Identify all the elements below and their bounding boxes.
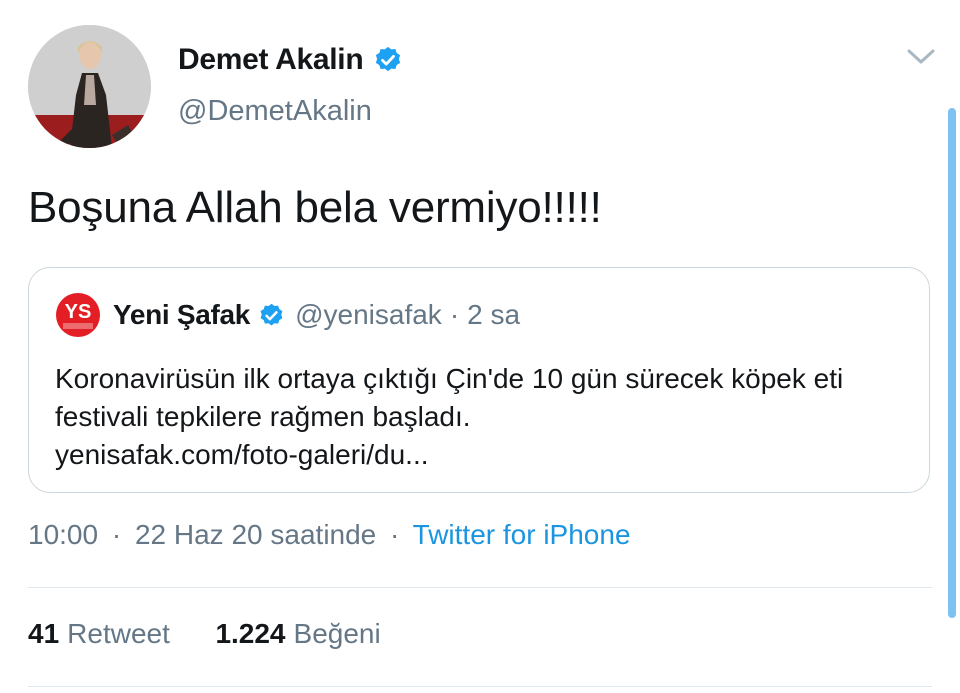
author-handle[interactable]: @DemetAkalin [178,95,372,128]
divider [28,686,932,687]
quoted-text-line: Koronavirüsün ilk ortaya çıktığı Çin'de … [55,363,844,394]
meta-separator: · [390,519,400,550]
retweets-stat[interactable]: 41 Retweet [28,618,178,649]
tweet-text: Boşuna Allah bela vermiyo!!!!! [28,183,602,232]
tweet-meta: 10:00 · 22 Haz 20 saatinde · Twitter for… [28,519,631,551]
svg-text:YS: YS [65,301,92,323]
tweet-source-link[interactable]: Twitter for iPhone [413,519,631,550]
quoted-author-name[interactable]: Yeni Şafak [113,299,250,331]
tweet-date[interactable]: 22 Haz 20 saatinde [135,519,376,550]
quoted-separator: · [449,299,460,330]
meta-separator: · [111,519,122,550]
author-display-name[interactable]: Demet Akalin [178,43,364,77]
quoted-text-line: festivali tepkilere rağmen başladı. [55,401,471,432]
author-name-row: Demet Akalin [178,40,403,80]
tweet-detail: Demet Akalin @DemetAkalin Boşuna Allah b… [0,0,960,693]
likes-count: 1.224 [215,618,286,649]
tweet-time[interactable]: 10:00 [28,519,98,550]
verified-badge-icon [258,302,285,329]
chevron-down-icon[interactable] [905,45,937,69]
divider [28,587,932,588]
likes-stat[interactable]: 1.224 Beğeni [215,618,380,649]
quoted-link[interactable]: yenisafak.com/foto-galeri/du... [55,436,915,474]
quoted-tweet-header: YS Yeni Şafak @yenisafak · 2 sa [55,292,520,338]
quoted-tweet-text: Koronavirüsün ilk ortaya çıktığı Çin'de … [55,360,915,474]
verified-badge-icon [373,45,403,75]
retweets-count: 41 [28,618,60,649]
yeni-safak-logo[interactable]: YS [55,292,101,338]
scrollbar[interactable] [948,108,956,618]
retweets-label: Retweet [67,618,170,649]
quoted-timestamp[interactable]: 2 sa [467,299,520,331]
quoted-author-handle[interactable]: @yenisafak [295,299,442,331]
author-avatar[interactable] [28,25,151,148]
quoted-tweet-card[interactable]: YS Yeni Şafak @yenisafak · 2 sa Koronavi… [28,267,930,493]
likes-label: Beğeni [293,618,381,649]
tweet-stats: 41 Retweet 1.224 Beğeni [28,618,381,650]
